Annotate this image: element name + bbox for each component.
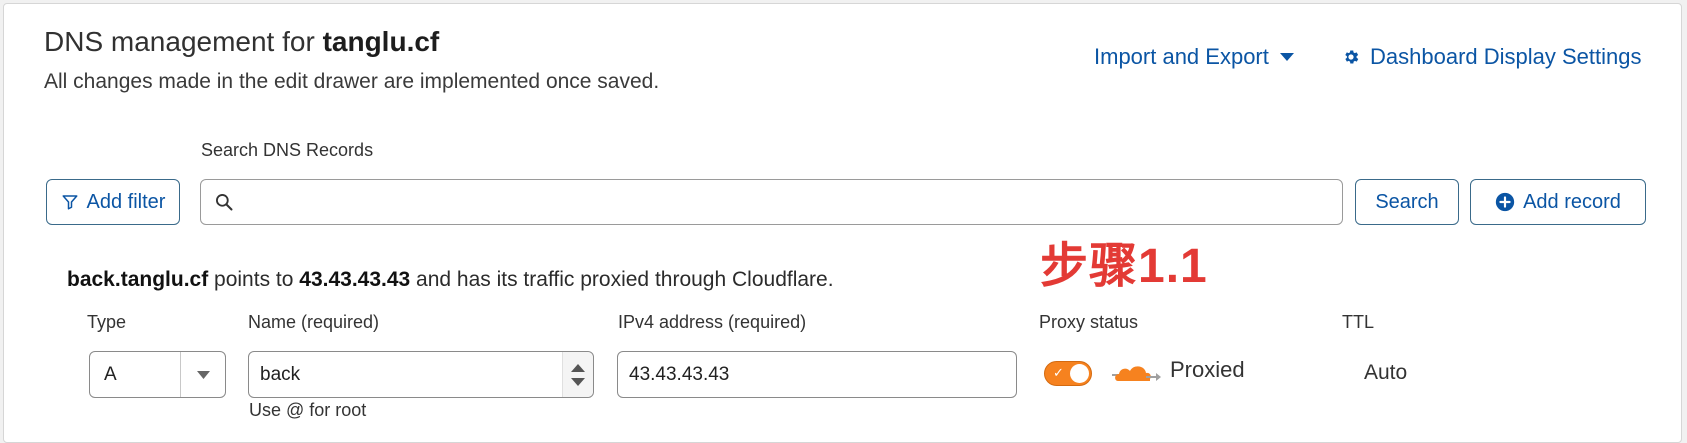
record-summary: back.tanglu.cf points to 43.43.43.43 and… [67, 268, 834, 292]
add-record-label: Add record [1523, 190, 1621, 213]
search-button[interactable]: Search [1355, 179, 1459, 225]
name-hint: Use @ for root [249, 400, 367, 420]
page-title: DNS management for tanglu.cf [44, 26, 439, 58]
add-record-button[interactable]: Add record [1470, 179, 1646, 225]
ipv4-address-value: 43.43.43.43 [629, 363, 730, 385]
search-input[interactable] [244, 181, 1342, 223]
caret-down-icon [1279, 53, 1294, 61]
toggle-knob [1070, 364, 1089, 383]
summary-address: 43.43.43.43 [299, 268, 411, 291]
page-title-domain: tanglu.cf [322, 26, 440, 57]
page-title-prefix: DNS management for [44, 26, 323, 57]
cloud-icon [1112, 366, 1161, 381]
proxy-status-label: Proxy status [1039, 312, 1139, 332]
proxy-status-toggle[interactable]: ✓ [1044, 361, 1092, 386]
name-label: Name (required) [248, 312, 380, 332]
ipv4-address-field[interactable]: 43.43.43.43 [617, 351, 1017, 398]
arrow-up-icon [571, 363, 585, 372]
check-icon: ✓ [1053, 365, 1064, 380]
spinner-arrows-icon[interactable] [562, 352, 593, 397]
proxy-status-text: Proxied [1170, 357, 1245, 382]
summary-record-name: back.tanglu.cf [67, 268, 209, 291]
type-label: Type [87, 312, 127, 332]
search-dns-records-label: Search DNS Records [201, 140, 374, 160]
gear-icon [1345, 50, 1359, 64]
import-export-dropdown[interactable]: Import and Export [1094, 44, 1295, 70]
page-subtitle: All changes made in the edit drawer are … [44, 70, 660, 93]
caret-down-icon [196, 370, 210, 379]
dns-management-card: DNS management for tanglu.cf All changes… [3, 3, 1682, 443]
ttl-label: TTL [1342, 312, 1375, 332]
type-select-value: A [104, 363, 117, 385]
ttl-value: Auto [1364, 361, 1408, 384]
arrow-down-icon [571, 377, 585, 386]
import-export-label: Import and Export [1094, 44, 1269, 69]
summary-points-to-text: points to [208, 268, 300, 291]
search-dns-records-field [200, 179, 1343, 225]
add-filter-button[interactable]: Add filter [46, 179, 180, 225]
dashboard-display-settings-label: Dashboard Display Settings [1370, 44, 1642, 69]
plus-circle-icon [1495, 192, 1515, 212]
summary-rest-text: and has its traffic proxied through Clou… [410, 268, 834, 291]
name-field[interactable]: back [248, 351, 594, 398]
filter-icon [62, 195, 78, 210]
add-filter-label: Add filter [86, 190, 166, 213]
ipv4-label: IPv4 address (required) [618, 312, 807, 332]
type-select-caret[interactable] [180, 352, 225, 397]
search-button-label: Search [1375, 190, 1439, 213]
step-annotation: 步骤1.1 [1040, 240, 1208, 293]
type-select[interactable]: A [89, 351, 226, 398]
search-icon [216, 194, 233, 211]
name-field-value: back [260, 363, 301, 385]
dashboard-display-settings-link[interactable]: Dashboard Display Settings [1342, 44, 1641, 70]
